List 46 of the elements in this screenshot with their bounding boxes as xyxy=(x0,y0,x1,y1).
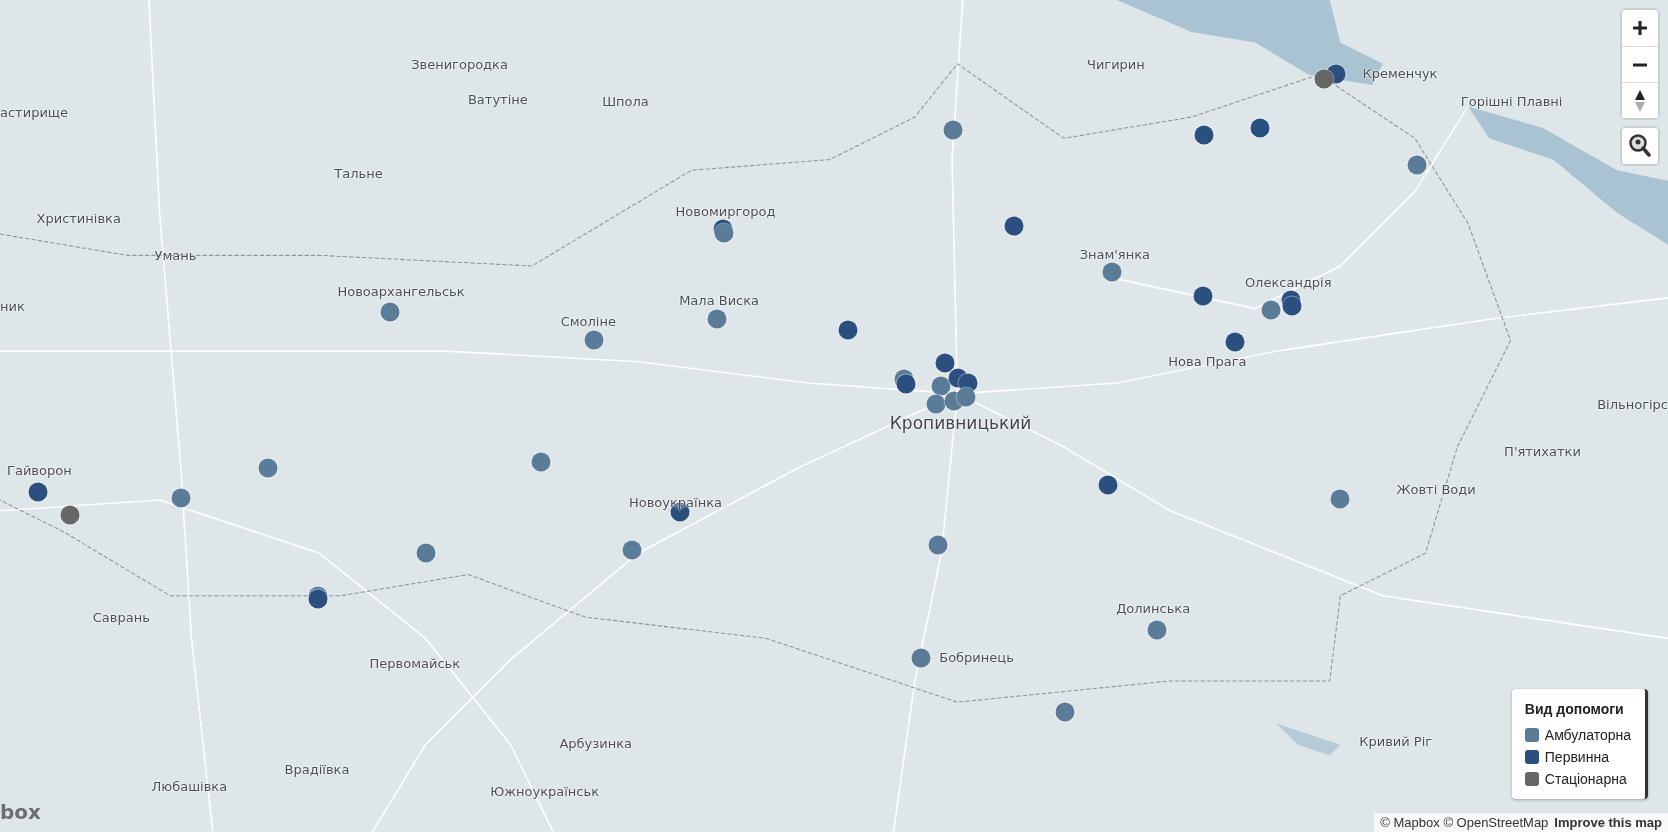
city-label: Звенигородка xyxy=(411,57,508,73)
city-label: Новоукраїнка xyxy=(628,495,722,512)
city-label: Жовті Води xyxy=(1396,482,1476,499)
geolocate-button[interactable] xyxy=(1622,128,1658,164)
improve-map-link[interactable]: Improve this map xyxy=(1554,815,1662,830)
plus-icon xyxy=(1632,20,1648,36)
city-label: Любашівка xyxy=(151,779,228,796)
legend-label: Первинна xyxy=(1544,749,1609,765)
compass-icon xyxy=(1634,88,1646,113)
city-label: Арбузинка xyxy=(559,735,632,752)
city-label: Долинська xyxy=(1116,600,1191,617)
city-label: Знам'янка xyxy=(1079,247,1150,264)
city-label: Тальне xyxy=(334,166,383,183)
city-label: Кропивницький xyxy=(889,413,1032,434)
compass-button[interactable] xyxy=(1622,82,1658,118)
magnifier-pin-icon xyxy=(1629,134,1651,158)
city-label: П'ятихатки xyxy=(1504,444,1581,460)
city-label: Умань xyxy=(154,248,197,265)
city-label: Кривий Ріг xyxy=(1359,733,1433,750)
attribution-text: © Mapbox © OpenStreetMap xyxy=(1380,815,1549,830)
legend-title: Вид допомоги xyxy=(1524,701,1625,717)
city-label: Бобринець xyxy=(939,649,1014,666)
city-label: Шпола xyxy=(602,94,649,110)
city-label: Христинівка xyxy=(36,211,121,227)
city-label: Горішні Плавні xyxy=(1460,94,1563,110)
city-label: Ватутіне xyxy=(467,92,528,108)
legend-label: Амбулаторна xyxy=(1544,727,1631,743)
city-label: Врадіївка xyxy=(284,762,350,779)
city-label: Чигирин xyxy=(1086,57,1145,73)
city-label: Южноукраїнськ xyxy=(490,783,599,800)
city-label: ник xyxy=(0,299,25,316)
city-label: Вільногірс xyxy=(1597,397,1668,414)
city-label: Кременчук xyxy=(1362,66,1438,83)
city-label: Нова Прага xyxy=(1168,353,1247,370)
city-label: Мала Виска xyxy=(679,293,760,309)
minus-icon xyxy=(1632,62,1648,67)
city-label: Новомиргород xyxy=(675,203,776,220)
map-logo: box xyxy=(0,800,41,824)
city-label: астирище xyxy=(0,104,69,121)
city-label: Олександрія xyxy=(1244,275,1332,291)
city-label: Новоархангельськ xyxy=(337,283,465,300)
legend-label: Стаціонарна xyxy=(1544,771,1627,787)
city-label: Смоліне xyxy=(560,314,616,331)
city-label: Первомайськ xyxy=(369,656,461,672)
city-label: Гайворон xyxy=(7,463,72,480)
city-label: Саврань xyxy=(92,610,150,626)
